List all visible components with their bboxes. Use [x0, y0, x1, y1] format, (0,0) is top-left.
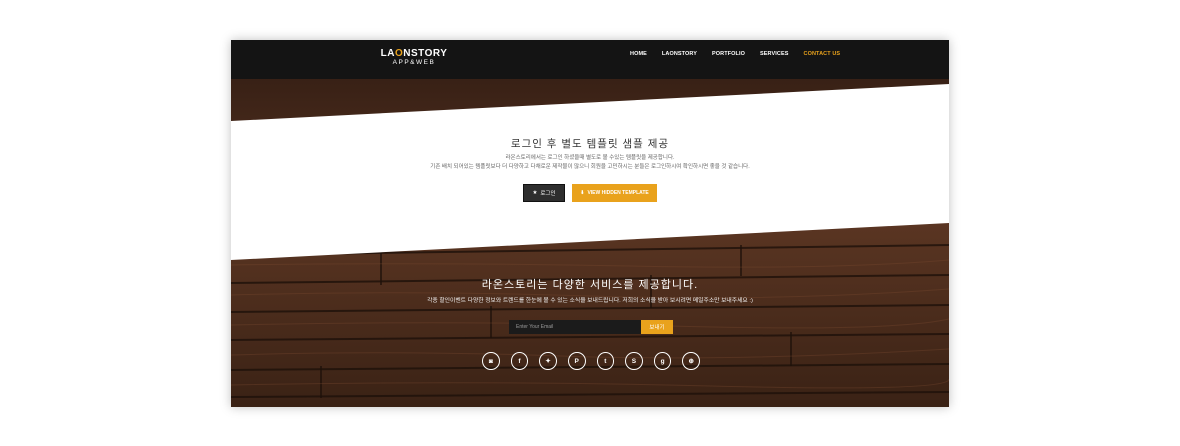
logo-text-accent: O: [394, 48, 404, 59]
page-frame: LAONSTORY APP&WEB HOME LAONSTORY PORTFOL…: [231, 40, 949, 407]
view-hidden-template-button[interactable]: ⬇ VIEW HIDDEN TEMPLATE: [572, 184, 657, 202]
login-section-desc-2: 기존 배치 되어있는 템플릿보다 더 다양하고 다채로운 제작물이 많으니 회원…: [430, 164, 750, 170]
social-links: ◙ f ✦ P t S g ⊕: [482, 352, 700, 370]
logo-subtitle: APP&WEB: [392, 59, 436, 66]
tumblr-icon[interactable]: t: [596, 352, 615, 370]
dribbble-icon[interactable]: ⊕: [682, 352, 700, 370]
download-icon: ⬇: [580, 190, 585, 196]
login-section-title: 로그인 후 별도 템플릿 샘플 제공: [510, 138, 670, 150]
nav-laonstory[interactable]: LAONSTORY: [662, 51, 697, 65]
logo-text-a: LA: [380, 48, 395, 59]
send-button[interactable]: 보내기: [641, 320, 673, 334]
view-hidden-template-label: VIEW HIDDEN TEMPLATE: [587, 190, 649, 196]
login-button[interactable]: ★ 로그인: [523, 184, 565, 202]
login-section-desc-1: 라온스토리에서는 로그인 하셨을때 별도로 볼 수있는 템플릿을 제공합니다.: [505, 155, 675, 161]
newsletter-title: 라온스토리는 다양한 서비스를 제공합니다.: [481, 279, 699, 291]
logo-text-c: NSTORY: [403, 48, 448, 59]
site-logo[interactable]: LAONSTORY APP&WEB: [379, 49, 449, 67]
stumbleupon-icon[interactable]: S: [625, 352, 643, 370]
email-input[interactable]: [509, 320, 641, 334]
nav-services[interactable]: SERVICES: [760, 51, 789, 65]
pinterest-icon[interactable]: P: [567, 352, 586, 370]
newsletter-desc: 각종 할인이벤트 다양한 정보와 트렌드를 한눈에 볼 수 있는 소식을 보내드…: [427, 298, 753, 304]
google-plus-icon[interactable]: g: [653, 352, 672, 370]
top-navbar: LAONSTORY APP&WEB HOME LAONSTORY PORTFOL…: [231, 40, 949, 79]
facebook-icon[interactable]: f: [510, 352, 529, 370]
star-icon: ★: [532, 190, 538, 196]
login-button-label: 로그인: [540, 191, 556, 197]
nav-home[interactable]: HOME: [630, 51, 647, 65]
twitter-icon[interactable]: ✦: [539, 352, 557, 370]
nav-contact-us[interactable]: CONTACT US: [804, 51, 841, 65]
main-menu: HOME LAONSTORY PORTFOLIO SERVICES CONTAC…: [630, 51, 855, 65]
nav-portfolio[interactable]: PORTFOLIO: [712, 51, 745, 65]
instagram-icon[interactable]: ◙: [482, 352, 500, 370]
